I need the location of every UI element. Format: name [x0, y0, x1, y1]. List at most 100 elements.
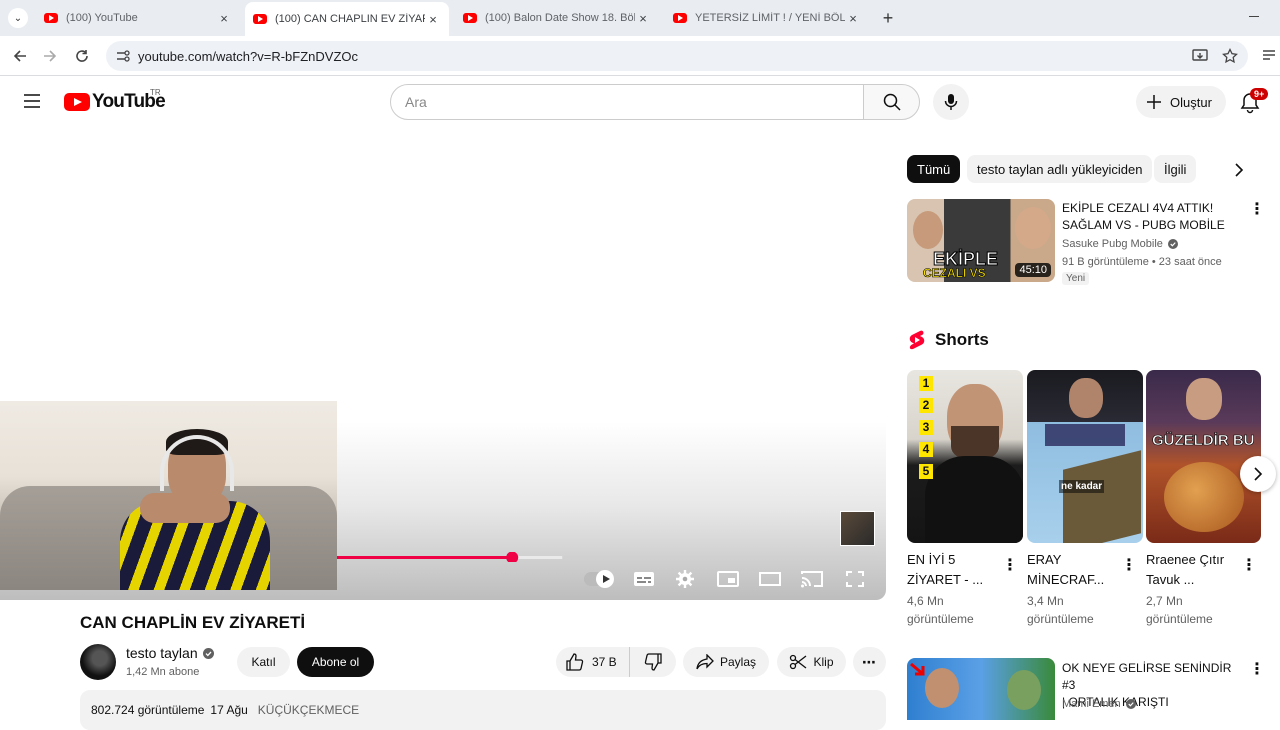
chip-related[interactable]: İlgili [1154, 155, 1197, 183]
chip-from-uploader[interactable]: testo taylan adlı yükleyiciden [967, 155, 1153, 183]
short-thumbnail-3[interactable]: GÜZELDİR BU [1146, 370, 1261, 543]
address-bar[interactable]: youtube.com/watch?v=R-bFZnDVZOc [106, 41, 1248, 71]
hamburger-menu-icon[interactable] [22, 92, 42, 110]
join-button[interactable]: Katıl [237, 647, 290, 677]
install-app-icon[interactable] [1192, 49, 1208, 63]
close-icon[interactable]: × [635, 11, 651, 26]
short-title-3[interactable]: Rraenee Çıtır Tavuk ... [1146, 550, 1242, 590]
description-box[interactable]: 802.724 görüntüleme 17 Ağu KÜÇÜKÇEKMECE [80, 690, 886, 730]
channel-name-row[interactable]: testo taylan [126, 645, 214, 661]
video-player[interactable] [0, 130, 886, 600]
reload-button[interactable] [70, 44, 94, 68]
recommended-channel[interactable]: Mami Emen [1062, 698, 1136, 710]
microphone-icon [944, 94, 958, 110]
short-streamer-face [1069, 378, 1103, 418]
browser-tab-3[interactable]: (100) Balon Date Show 18. Bölüm × [455, 4, 659, 32]
dislike-button[interactable] [630, 647, 676, 677]
search-input[interactable]: Ara [390, 84, 864, 120]
rank-number: 3 [919, 420, 933, 435]
arrow-right-icon [44, 50, 57, 62]
clip-button[interactable]: Klip [777, 647, 846, 677]
chip-all[interactable]: Tümü [907, 155, 961, 183]
progress-scrubber[interactable] [506, 552, 519, 562]
channel-name: Sasuke Pubg Mobile [1062, 238, 1163, 250]
youtube-favicon-icon [253, 14, 267, 24]
short-person-shirt [925, 456, 1023, 543]
search-placeholder: Ara [405, 94, 427, 110]
short-person-face [1186, 378, 1222, 420]
more-vertical-icon[interactable]: ⋮ [1121, 558, 1137, 574]
close-icon[interactable]: × [845, 11, 861, 26]
more-actions-button[interactable]: ⋯ [853, 647, 886, 677]
settings-gear-icon[interactable] [676, 570, 694, 588]
back-button[interactable] [8, 44, 32, 68]
location-tag[interactable]: KÜÇÜKÇEKMECE [258, 703, 359, 717]
recommended-video-thumbnail[interactable]: EKİPLE CEZALI VS 45:10 [907, 199, 1055, 282]
shorts-heading: Shorts [935, 330, 989, 349]
menu-icon[interactable] [1262, 48, 1276, 62]
short-thumbnail-1[interactable]: 1 2 3 4 5 [907, 370, 1023, 543]
recommended-video-title[interactable]: EKİPLE CEZALI 4V4 ATTIK! SAĞLAM VS - PUB… [1062, 200, 1242, 234]
voice-search-button[interactable] [933, 84, 969, 120]
more-horizontal-icon: ⋯ [862, 653, 877, 670]
browser-tab-4[interactable]: YETERSİZ LİMİT ! / YENİ BÖLÜM × [665, 4, 869, 32]
subscribe-label: Abone ol [311, 655, 360, 669]
short-thumbnail-2[interactable]: ne kadar [1027, 370, 1143, 543]
tab-title: (100) YouTube [66, 12, 138, 24]
arrow-left-icon [13, 50, 26, 62]
site-info-icon[interactable] [116, 50, 130, 62]
youtube-logo-icon[interactable] [64, 93, 90, 111]
like-count: 37 B [592, 655, 617, 669]
short-person-beard [951, 426, 999, 460]
new-tab-button[interactable]: + [878, 8, 898, 28]
short-title-1[interactable]: EN İYİ 5 ZİYARET - ... [907, 550, 1003, 590]
short-views-1: 4,6 Mn görüntüleme [907, 592, 1007, 628]
title-line: ERAY [1027, 552, 1062, 567]
tab-search-button[interactable]: ⌄ [8, 8, 28, 28]
close-icon[interactable]: × [216, 11, 232, 26]
more-vertical-icon[interactable]: ⋮ [1002, 558, 1018, 574]
channel-avatar[interactable] [80, 644, 116, 680]
channel-name: testo taylan [126, 645, 198, 661]
progress-bar[interactable] [337, 552, 877, 562]
bookmark-star-icon[interactable] [1222, 48, 1238, 64]
create-button[interactable]: Oluştur [1136, 86, 1226, 118]
rank-number: 1 [919, 376, 933, 391]
more-vertical-icon[interactable]: ⋮ [1241, 558, 1257, 574]
cast-icon[interactable] [801, 570, 823, 588]
recommended-channel[interactable]: Sasuke Pubg Mobile [1062, 238, 1178, 250]
recommended-video-thumbnail[interactable] [907, 658, 1055, 720]
browser-tab-2[interactable]: (100) CAN CHAPLIN EV ZİYARETİ × [245, 2, 449, 36]
minimize-window-button[interactable] [1244, 10, 1264, 24]
like-button[interactable]: 37 B [556, 647, 630, 677]
search-button[interactable] [863, 84, 920, 120]
close-icon[interactable]: × [425, 12, 441, 27]
end-card-thumbnail[interactable] [840, 511, 875, 546]
subscriber-count: 1,42 Mn abone [126, 666, 200, 678]
title-line: MİNECRAF... [1027, 572, 1105, 587]
views-line: 4,6 Mn [907, 594, 944, 608]
subscribe-button[interactable]: Abone ol [297, 647, 374, 677]
share-button[interactable]: Paylaş [683, 647, 769, 677]
person-hands [140, 493, 230, 523]
browser-tab-1[interactable]: (100) YouTube × [36, 4, 240, 32]
thumbs-up-icon [566, 653, 584, 671]
notifications-button[interactable]: 9+ [1238, 88, 1269, 114]
shorts-next-button[interactable] [1240, 456, 1276, 492]
title-line: SAĞLAM VS - PUBG MOBİLE [1062, 218, 1225, 232]
chip-label: Tümü [917, 161, 951, 177]
more-vertical-icon[interactable]: ⋮ [1249, 202, 1265, 218]
video-duration: 45:10 [1015, 263, 1051, 277]
short-title-2[interactable]: ERAY MİNECRAF... [1027, 550, 1123, 590]
more-vertical-icon[interactable]: ⋮ [1249, 662, 1265, 678]
subtitles-icon[interactable] [633, 571, 655, 587]
play-icon [602, 575, 610, 583]
tab-title: (100) CAN CHAPLIN EV ZİYARETİ [275, 13, 425, 25]
miniplayer-icon[interactable] [717, 571, 739, 587]
theater-mode-icon[interactable] [759, 572, 781, 586]
fullscreen-icon[interactable] [846, 571, 864, 587]
autoplay-toggle[interactable] [584, 570, 614, 588]
forward-button[interactable] [38, 44, 62, 68]
chevron-right-icon[interactable] [1234, 163, 1244, 177]
views-line: görüntüleme [1027, 612, 1094, 626]
